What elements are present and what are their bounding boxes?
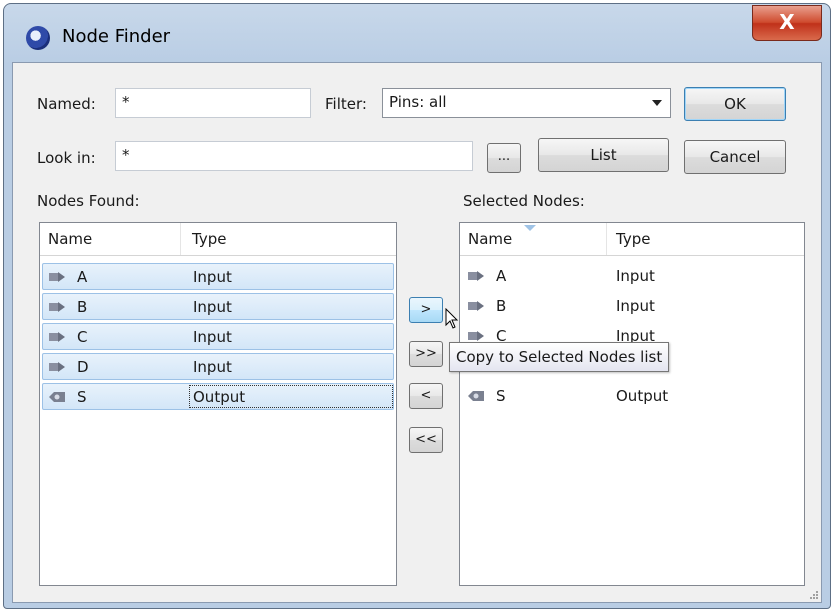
named-input[interactable]: *	[115, 88, 311, 118]
copy-selected-button[interactable]: >	[409, 297, 443, 323]
dialog-body: Named: * Filter: Pins: all OK Look in: *…	[12, 62, 822, 603]
input-pin-icon	[468, 331, 484, 341]
node-finder-window: Node Finder X Named: * Filter: Pins: all…	[3, 3, 831, 609]
title-bar[interactable]: Node Finder X	[4, 4, 830, 62]
input-pin-icon	[49, 302, 65, 312]
nodes-found-list[interactable]: Name Type A Input B Input C Input D Inpu…	[39, 222, 397, 586]
node-name: D	[77, 358, 89, 376]
resize-grip-icon[interactable]	[809, 590, 819, 600]
node-name: B	[77, 298, 88, 316]
node-type: Input	[616, 297, 655, 315]
table-row[interactable]: B Input	[42, 293, 394, 320]
table-row[interactable]: A Input	[462, 263, 802, 290]
node-type: Input	[193, 358, 232, 376]
table-row[interactable]: B Input	[462, 293, 802, 320]
input-pin-icon	[468, 271, 484, 281]
column-header-type[interactable]: Type	[192, 230, 226, 248]
filter-value: Pins: all	[389, 93, 447, 111]
list-button[interactable]: List	[538, 138, 669, 172]
cancel-button[interactable]: Cancel	[684, 140, 786, 174]
copy-all-button[interactable]: >>	[409, 341, 443, 367]
table-row[interactable]: C Input	[42, 323, 394, 350]
filter-select[interactable]: Pins: all	[382, 88, 671, 118]
named-label: Named:	[37, 95, 96, 113]
focus-rectangle	[189, 385, 393, 408]
node-name: C	[77, 328, 88, 346]
selected-nodes-label: Selected Nodes:	[463, 192, 585, 210]
node-name: B	[496, 297, 507, 315]
table-row[interactable]: D Input	[42, 353, 394, 380]
mouse-cursor-icon	[445, 308, 459, 329]
table-row[interactable]: S Output	[42, 383, 394, 410]
node-type: Input	[193, 268, 232, 286]
window-title: Node Finder	[62, 26, 171, 47]
selected-nodes-list[interactable]: Name Type A Input B Input C Input S Outp…	[459, 222, 805, 586]
node-name: A	[496, 267, 507, 285]
selected-nodes-header: Name Type	[460, 223, 804, 256]
table-row[interactable]: S Output	[462, 383, 802, 410]
chevron-down-icon	[652, 100, 662, 106]
input-pin-icon	[49, 332, 65, 342]
table-row[interactable]: A Input	[42, 263, 394, 290]
node-type: Input	[616, 267, 655, 285]
node-name: S	[496, 387, 506, 405]
node-name: A	[77, 268, 88, 286]
column-header-name[interactable]: Name	[468, 230, 512, 248]
output-pin-icon	[49, 392, 65, 402]
close-button[interactable]: X	[752, 5, 822, 41]
column-separator[interactable]	[180, 223, 181, 255]
filter-label: Filter:	[325, 95, 367, 113]
browse-button[interactable]: ...	[487, 143, 521, 173]
look-in-label: Look in:	[37, 149, 96, 167]
nodes-found-label: Nodes Found:	[37, 192, 140, 210]
input-pin-icon	[49, 272, 65, 282]
node-type: Input	[193, 328, 232, 346]
column-header-name[interactable]: Name	[48, 230, 92, 248]
nodes-found-header: Name Type	[40, 223, 396, 256]
tooltip: Copy to Selected Nodes list	[449, 342, 670, 372]
column-separator[interactable]	[606, 223, 607, 255]
input-pin-icon	[468, 301, 484, 311]
column-header-type[interactable]: Type	[616, 230, 650, 248]
output-pin-icon	[468, 391, 484, 401]
remove-all-button[interactable]: <<	[409, 427, 443, 453]
node-type: Input	[193, 298, 232, 316]
node-name: S	[77, 388, 87, 406]
node-type: Output	[616, 387, 669, 405]
sort-arrow-icon	[524, 225, 536, 231]
input-pin-icon	[49, 362, 65, 372]
app-icon	[26, 26, 50, 50]
look-in-input[interactable]: *	[115, 141, 473, 171]
ok-button[interactable]: OK	[684, 87, 786, 121]
remove-selected-button[interactable]: <	[409, 383, 443, 409]
